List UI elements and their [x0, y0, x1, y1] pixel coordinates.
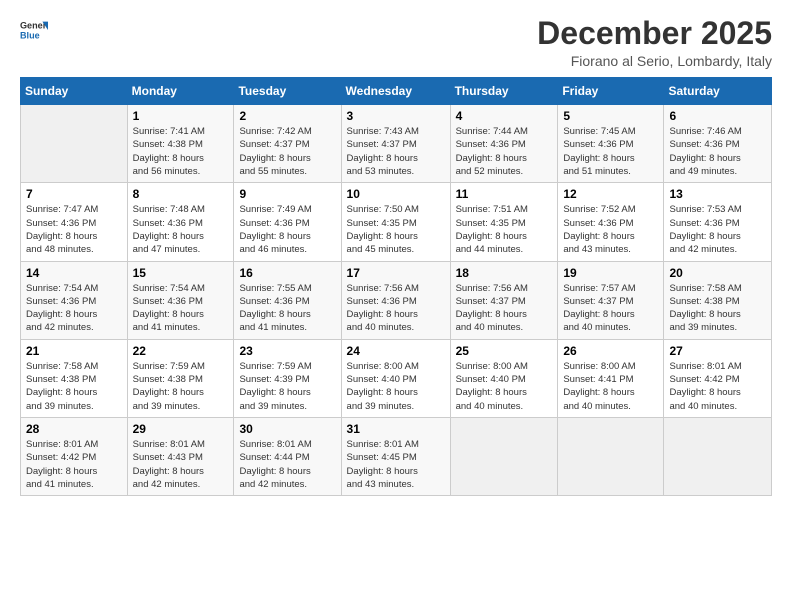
month-title: December 2025: [537, 16, 772, 51]
table-row: 18Sunrise: 7:56 AMSunset: 4:37 PMDayligh…: [450, 261, 558, 339]
table-row: 26Sunrise: 8:00 AMSunset: 4:41 PMDayligh…: [558, 339, 664, 417]
table-row: 6Sunrise: 7:46 AMSunset: 4:36 PMDaylight…: [664, 105, 772, 183]
calendar-table: Sunday Monday Tuesday Wednesday Thursday…: [20, 77, 772, 496]
table-row: 11Sunrise: 7:51 AMSunset: 4:35 PMDayligh…: [450, 183, 558, 261]
col-tuesday: Tuesday: [234, 78, 341, 105]
table-row: 30Sunrise: 8:01 AMSunset: 4:44 PMDayligh…: [234, 417, 341, 495]
table-row: 15Sunrise: 7:54 AMSunset: 4:36 PMDayligh…: [127, 261, 234, 339]
table-row: 17Sunrise: 7:56 AMSunset: 4:36 PMDayligh…: [341, 261, 450, 339]
table-row: 16Sunrise: 7:55 AMSunset: 4:36 PMDayligh…: [234, 261, 341, 339]
table-row: 12Sunrise: 7:52 AMSunset: 4:36 PMDayligh…: [558, 183, 664, 261]
table-row: 8Sunrise: 7:48 AMSunset: 4:36 PMDaylight…: [127, 183, 234, 261]
col-wednesday: Wednesday: [341, 78, 450, 105]
table-row: 1Sunrise: 7:41 AMSunset: 4:38 PMDaylight…: [127, 105, 234, 183]
location-subtitle: Fiorano al Serio, Lombardy, Italy: [537, 53, 772, 69]
col-thursday: Thursday: [450, 78, 558, 105]
table-row: 23Sunrise: 7:59 AMSunset: 4:39 PMDayligh…: [234, 339, 341, 417]
table-row: [664, 417, 772, 495]
table-row: 2Sunrise: 7:42 AMSunset: 4:37 PMDaylight…: [234, 105, 341, 183]
table-row: 19Sunrise: 7:57 AMSunset: 4:37 PMDayligh…: [558, 261, 664, 339]
table-row: 20Sunrise: 7:58 AMSunset: 4:38 PMDayligh…: [664, 261, 772, 339]
title-block: December 2025 Fiorano al Serio, Lombardy…: [537, 16, 772, 69]
table-row: 24Sunrise: 8:00 AMSunset: 4:40 PMDayligh…: [341, 339, 450, 417]
header: General Blue December 2025 Fiorano al Se…: [20, 16, 772, 69]
logo: General Blue: [20, 16, 48, 44]
col-saturday: Saturday: [664, 78, 772, 105]
table-row: 4Sunrise: 7:44 AMSunset: 4:36 PMDaylight…: [450, 105, 558, 183]
table-row: 14Sunrise: 7:54 AMSunset: 4:36 PMDayligh…: [21, 261, 128, 339]
table-row: 21Sunrise: 7:58 AMSunset: 4:38 PMDayligh…: [21, 339, 128, 417]
table-row: 25Sunrise: 8:00 AMSunset: 4:40 PMDayligh…: [450, 339, 558, 417]
page: General Blue December 2025 Fiorano al Se…: [0, 0, 792, 612]
table-row: 31Sunrise: 8:01 AMSunset: 4:45 PMDayligh…: [341, 417, 450, 495]
col-sunday: Sunday: [21, 78, 128, 105]
table-row: 3Sunrise: 7:43 AMSunset: 4:37 PMDaylight…: [341, 105, 450, 183]
table-row: 9Sunrise: 7:49 AMSunset: 4:36 PMDaylight…: [234, 183, 341, 261]
table-row: 27Sunrise: 8:01 AMSunset: 4:42 PMDayligh…: [664, 339, 772, 417]
col-monday: Monday: [127, 78, 234, 105]
logo-icon: General Blue: [20, 16, 48, 44]
table-row: 28Sunrise: 8:01 AMSunset: 4:42 PMDayligh…: [21, 417, 128, 495]
table-row: 7Sunrise: 7:47 AMSunset: 4:36 PMDaylight…: [21, 183, 128, 261]
table-row: 29Sunrise: 8:01 AMSunset: 4:43 PMDayligh…: [127, 417, 234, 495]
col-friday: Friday: [558, 78, 664, 105]
table-row: 13Sunrise: 7:53 AMSunset: 4:36 PMDayligh…: [664, 183, 772, 261]
table-row: [450, 417, 558, 495]
table-row: [558, 417, 664, 495]
table-row: 5Sunrise: 7:45 AMSunset: 4:36 PMDaylight…: [558, 105, 664, 183]
table-row: 22Sunrise: 7:59 AMSunset: 4:38 PMDayligh…: [127, 339, 234, 417]
svg-text:Blue: Blue: [20, 30, 40, 40]
table-row: 10Sunrise: 7:50 AMSunset: 4:35 PMDayligh…: [341, 183, 450, 261]
table-row: [21, 105, 128, 183]
